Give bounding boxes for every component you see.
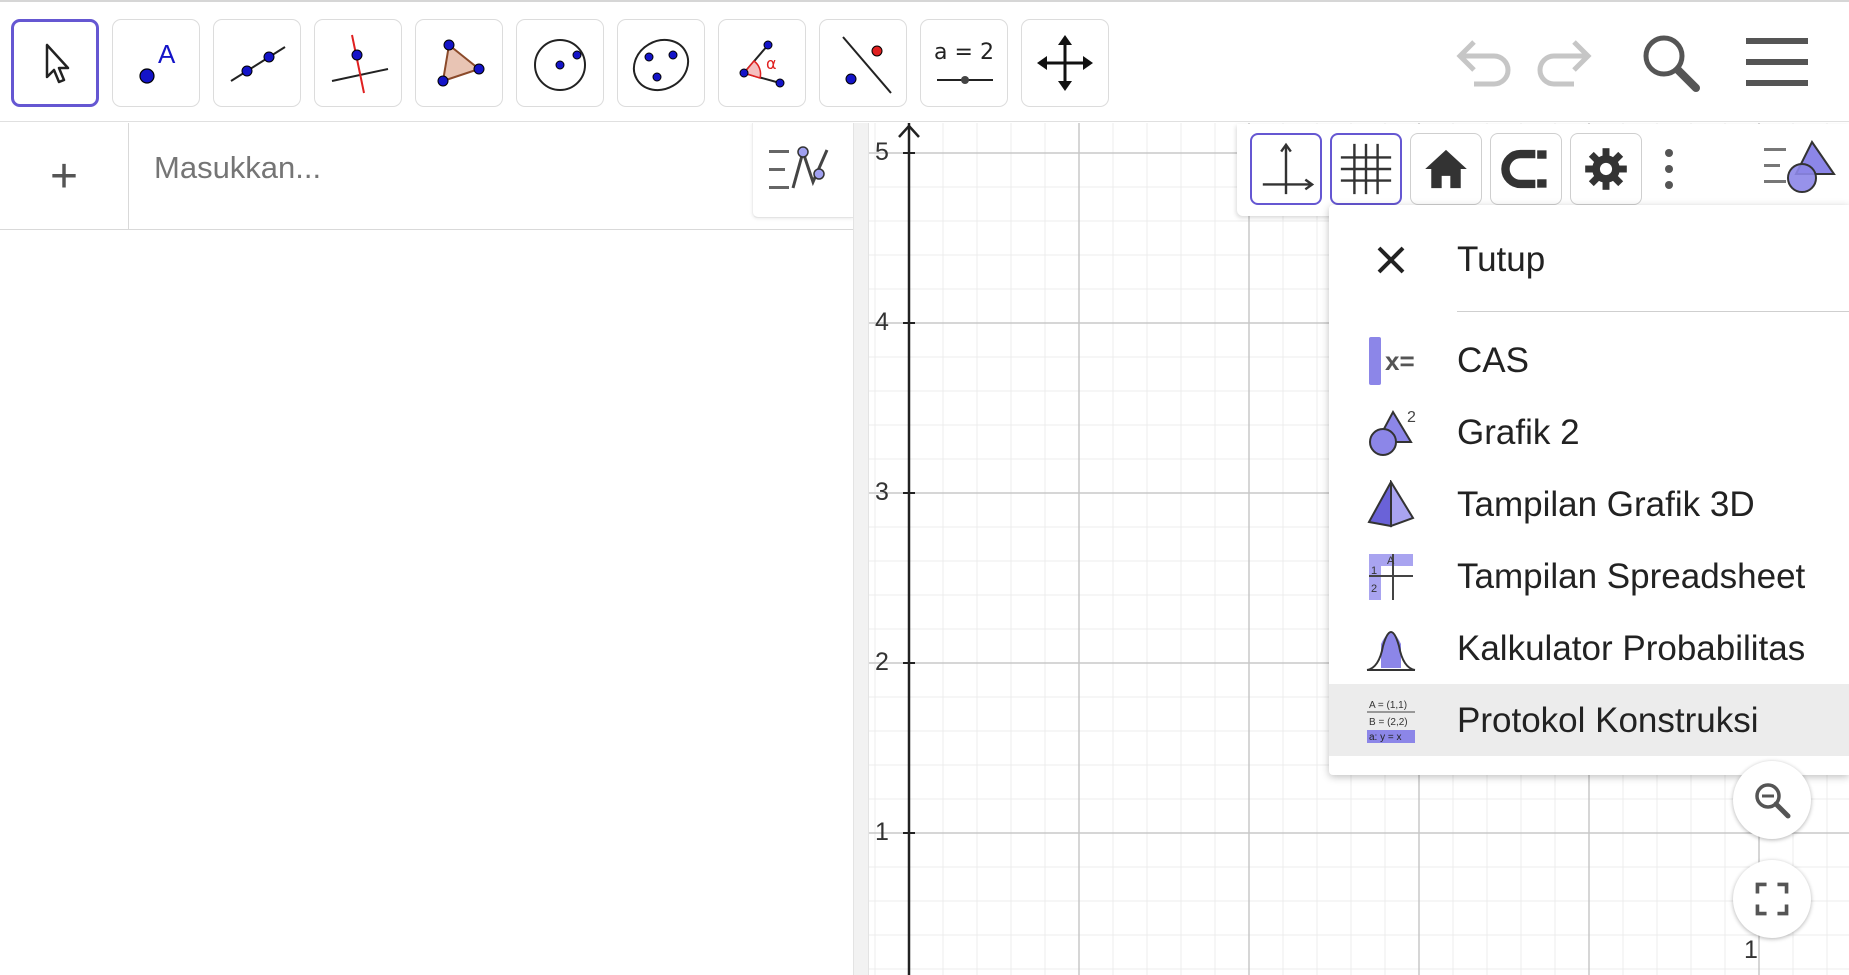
spreadsheet-cell-a: A: [1387, 555, 1395, 567]
reflect-icon: [842, 36, 892, 94]
slider-icon: [937, 76, 993, 84]
menu-item-construction-protocol[interactable]: A = (1,1) B = (2,2) a: y = x Protokol Ko…: [1329, 684, 1849, 756]
menu-item-spreadsheet[interactable]: A 1 2 Tampilan Spreadsheet: [1329, 540, 1849, 612]
protocol-line-3: a: y = x: [1369, 732, 1402, 743]
point-tool-button[interactable]: A: [112, 19, 200, 107]
menu-item-label: Kalkulator Probabilitas: [1457, 629, 1806, 668]
graphics2-superscript: 2: [1407, 409, 1416, 426]
move-graphics-view-tool-button[interactable]: [1021, 19, 1109, 107]
x-tick-label: 1: [1744, 936, 1758, 964]
move-tool-button[interactable]: [11, 19, 99, 107]
y-tick-label: 2: [875, 648, 889, 676]
menu-item-cas[interactable]: x= CAS: [1329, 324, 1849, 396]
cursor-arrow-icon: [45, 43, 70, 84]
view-menu-dropdown: Tutup x= CAS 2 Grafik 2 Tampilan Grafik …: [1329, 205, 1849, 775]
cas-icon: x=: [1365, 336, 1417, 386]
angle-tool-label: α: [766, 54, 777, 73]
perpendicular-line-tool-button[interactable]: [314, 19, 402, 107]
menu-item-probability[interactable]: Kalkulator Probabilitas: [1329, 612, 1849, 684]
menu-item-label: Tutup: [1457, 240, 1546, 279]
y-tick-label: 3: [875, 478, 889, 506]
y-tick-label: 1: [875, 818, 889, 846]
graphics-settings-button[interactable]: [1570, 133, 1642, 205]
menu-item-label: Tampilan Spreadsheet: [1457, 557, 1806, 596]
angle-icon: α: [739, 40, 785, 88]
perpendicular-line-icon: [331, 34, 389, 94]
menu-item-label: Tampilan Grafik 3D: [1457, 485, 1755, 524]
algebra-description-icon: [769, 146, 829, 189]
slider-tool-button[interactable]: a = 2: [920, 19, 1008, 107]
algebra-input-field[interactable]: [154, 150, 604, 186]
y-tick-label: 4: [875, 308, 889, 336]
home-icon: [1425, 149, 1467, 189]
more-vertical-icon[interactable]: [1655, 144, 1683, 194]
toggle-grid-button[interactable]: [1330, 133, 1402, 205]
menu-item-graphics2[interactable]: 2 Grafik 2: [1329, 396, 1849, 468]
grid-icon: [1340, 143, 1392, 195]
probability-icon: [1365, 624, 1417, 674]
main-toolbar: A α a = 2: [0, 0, 1849, 122]
algebra-view: +: [0, 123, 853, 975]
angle-tool-button[interactable]: α: [718, 19, 806, 107]
view-toggle-icon[interactable]: [1762, 138, 1838, 202]
redo-icon[interactable]: [1530, 28, 1600, 98]
graphics3d-icon: [1365, 478, 1417, 530]
menu-item-label: Grafik 2: [1457, 413, 1580, 452]
polygon-icon: [437, 39, 485, 87]
algebra-view-menu-button[interactable]: [752, 123, 853, 218]
zoom-out-icon: [1755, 783, 1791, 819]
view-divider[interactable]: [853, 123, 869, 975]
magnet-icon: [1501, 149, 1547, 189]
spreadsheet-cell-1: 1: [1371, 565, 1377, 577]
zoom-out-button[interactable]: [1733, 761, 1811, 839]
circle-icon: [534, 39, 586, 91]
undo-icon[interactable]: [1448, 28, 1518, 98]
axes-icon: [1262, 142, 1315, 195]
protocol-line-1: A = (1,1): [1369, 700, 1407, 711]
fullscreen-button[interactable]: [1733, 860, 1811, 938]
algebra-input-row: +: [0, 123, 853, 230]
search-icon[interactable]: [1636, 28, 1706, 98]
spreadsheet-icon: A 1 2: [1365, 552, 1417, 602]
settings-icon: [1585, 148, 1627, 190]
cas-icon-text: x=: [1385, 346, 1415, 376]
menu-separator: [1457, 311, 1849, 312]
polygon-tool-button[interactable]: [415, 19, 503, 107]
fullscreen-icon: [1755, 882, 1789, 916]
point-icon: A: [139, 39, 176, 84]
menu-item-graphics3d[interactable]: Tampilan Grafik 3D: [1329, 468, 1849, 540]
spreadsheet-cell-2: 2: [1371, 583, 1377, 595]
menu-item-close[interactable]: Tutup: [1329, 223, 1849, 295]
point-capturing-button[interactable]: [1490, 133, 1562, 205]
point-tool-label: A: [158, 39, 176, 69]
circle-tool-button[interactable]: [516, 19, 604, 107]
protocol-line-2: B = (2,2): [1369, 717, 1408, 728]
y-tick-label: 5: [875, 138, 889, 166]
line-icon: [230, 46, 286, 82]
add-input-button[interactable]: +: [0, 123, 129, 229]
ellipse-icon: [632, 38, 690, 92]
reflect-tool-button[interactable]: [819, 19, 907, 107]
move-arrows-icon: [1037, 35, 1093, 91]
construction-protocol-icon: A = (1,1) B = (2,2) a: y = x: [1365, 696, 1417, 746]
conic-tool-button[interactable]: [617, 19, 705, 107]
standard-view-button[interactable]: [1410, 133, 1482, 205]
menu-item-label: Protokol Konstruksi: [1457, 701, 1759, 740]
menu-item-label: CAS: [1457, 341, 1529, 380]
close-icon: [1365, 235, 1417, 285]
line-tool-button[interactable]: [213, 19, 301, 107]
graphics2-icon: 2: [1365, 408, 1417, 458]
hamburger-menu-icon[interactable]: [1742, 28, 1812, 98]
graphics-style-bar: [1237, 124, 1849, 216]
toggle-axes-button[interactable]: [1250, 133, 1322, 205]
